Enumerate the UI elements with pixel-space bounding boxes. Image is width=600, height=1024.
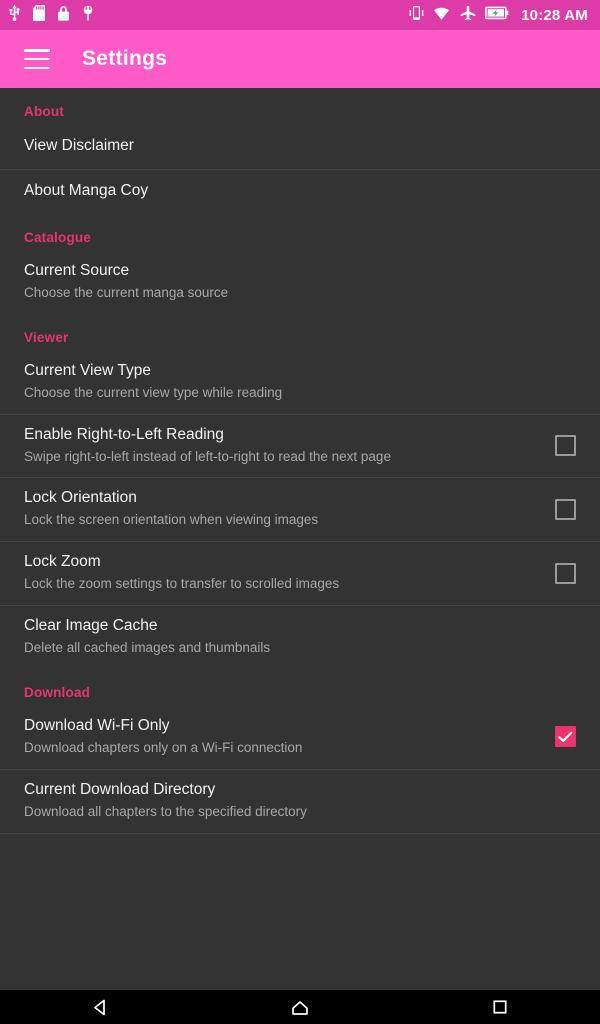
pref-title: Download Wi-Fi Only [24, 716, 170, 734]
page-title: Settings [82, 47, 168, 70]
pref-text: Current Download Directory Download all c… [24, 780, 576, 822]
pref-text: Clear Image Cache Delete all cached image… [24, 616, 576, 658]
pref-row[interactable]: Clear Image Cache Delete all cached image… [0, 606, 600, 669]
pref-summary: Download chapters only on a Wi-Fi connec… [24, 739, 303, 755]
pref-row[interactable]: About Manga Coy [0, 170, 600, 214]
sd-card-icon [33, 4, 45, 26]
status-bar-right-icons: 10:28 AM [409, 5, 588, 26]
hamburger-menu-icon[interactable] [24, 49, 50, 69]
checkbox-unchecked[interactable] [555, 498, 576, 520]
pref-title: Lock Orientation [24, 489, 137, 507]
usb-icon [8, 4, 21, 26]
pref-summary: Choose the current manga source [24, 284, 229, 300]
pref-row[interactable]: Lock Orientation Lock the screen orientat… [0, 478, 600, 541]
pref-row[interactable]: Current Download Directory Download all c… [0, 770, 600, 833]
pref-summary: Lock the screen orientation when viewing… [24, 512, 319, 528]
pref-title: Current View Type [24, 361, 151, 379]
status-bar-left-icons [8, 4, 94, 26]
checkbox-checked[interactable] [555, 726, 576, 748]
pref-text: Download Wi-Fi Only Download chapters onl… [24, 716, 537, 758]
pref-row[interactable]: Current Source Choose the current manga s… [0, 251, 600, 314]
lock-icon [57, 5, 70, 26]
app-bar: Settings [0, 30, 600, 88]
pref-text: About Manga Coy [24, 181, 576, 202]
pref-row[interactable]: Download Wi-Fi Only Download chapters onl… [0, 706, 600, 769]
pref-row[interactable]: Lock Zoom Lock the zoom settings to trans… [0, 542, 600, 605]
pref-row[interactable]: Current View Type Choose the current view… [0, 351, 600, 414]
pref-summary: Choose the current view type while readi… [24, 384, 283, 400]
pref-summary: Download all chapters to the specified d… [24, 803, 307, 819]
pref-title: Current Source [24, 262, 130, 279]
recents-button[interactable] [465, 990, 535, 1024]
checkmark-icon [558, 731, 573, 742]
pref-summary: Swipe right-to-left instead of left-to-r… [24, 448, 391, 464]
android-settings-screen: 10:28 AM Settings About View Disclaimer Ab… [0, 0, 600, 1024]
section-header-about: About [24, 104, 64, 119]
back-button[interactable] [65, 990, 135, 1024]
checkbox-unchecked[interactable] [555, 562, 576, 584]
pref-row[interactable]: Enable Right-to-Left Reading Swipe right-… [0, 415, 600, 478]
section-header-viewer: Viewer [24, 329, 69, 345]
section-header-download: Download [24, 684, 91, 700]
wifi-icon [433, 5, 451, 26]
section-header-catalogue: Catalogue [24, 230, 92, 245]
checkbox-unchecked[interactable] [555, 435, 576, 457]
pref-text: Enable Right-to-Left Reading Swipe right-… [24, 425, 537, 467]
pref-text: Lock Zoom Lock the zoom settings to trans… [24, 552, 537, 594]
android-navigation-bar [0, 990, 600, 1024]
pref-row[interactable]: View Disclaimer [0, 125, 600, 169]
pref-text: Current Source Choose the current manga s… [24, 261, 576, 303]
airplane-mode-icon [460, 5, 476, 26]
pref-title: Clear Image Cache [24, 617, 158, 635]
pref-title: View Disclaimer [24, 137, 134, 155]
pref-text: Current View Type Choose the current view… [24, 361, 576, 403]
pref-summary: Lock the zoom settings to transfer to sc… [24, 576, 340, 592]
pref-summary: Delete all cached images and thumbnails [24, 639, 271, 655]
pref-title: Current Download Directory [24, 780, 216, 798]
settings-list[interactable]: About View Disclaimer About Manga Coy Catal… [0, 88, 600, 990]
home-button[interactable] [265, 990, 335, 1024]
pref-text: Lock Orientation Lock the screen orientat… [24, 488, 537, 530]
pref-title: Lock Zoom [24, 553, 101, 571]
pref-title: Enable Right-to-Left Reading [24, 425, 224, 443]
list-bottom-space [0, 834, 600, 890]
gps-icon [82, 5, 94, 26]
vibrate-icon [409, 5, 424, 26]
pref-text: View Disclaimer [24, 136, 576, 157]
battery-charging-icon [485, 6, 509, 25]
status-bar-clock: 10:28 AM [521, 6, 588, 24]
pref-title: About Manga Coy [24, 182, 149, 200]
status-bar: 10:28 AM [0, 0, 600, 30]
